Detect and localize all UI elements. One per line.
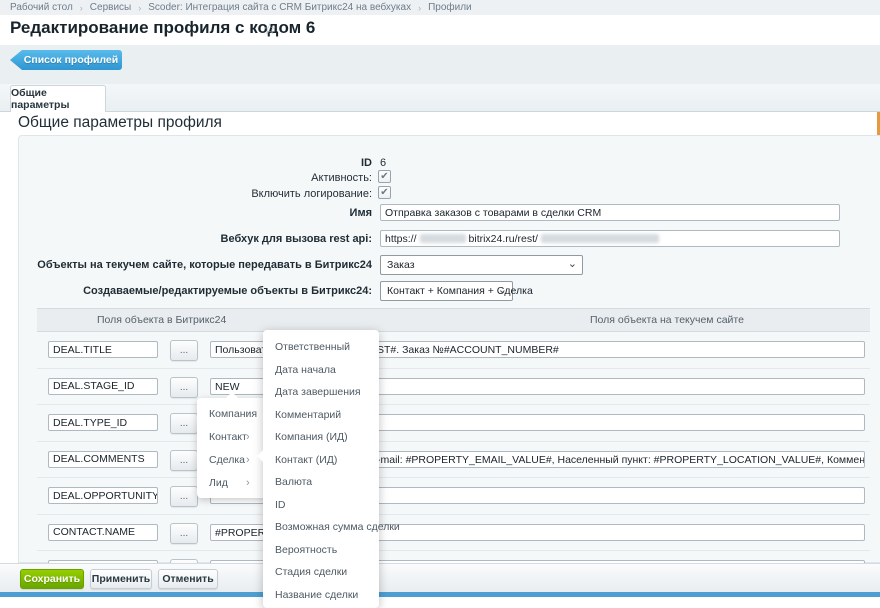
breadcrumb-separator-icon: ›	[80, 3, 83, 13]
bitrix-field-value: DEAL.STAGE_ID	[53, 380, 135, 392]
submenu-item-start-date[interactable]: Дата начала	[263, 359, 379, 382]
webhook-label: Вебхук для вызова rest api:	[12, 233, 372, 245]
table-row: DEAL.STAGE_ID ... NEW	[37, 369, 870, 406]
redacted-block	[420, 234, 466, 243]
cancel-button[interactable]: Отменить	[158, 569, 218, 589]
table-row: DEAL.COMMENTS ... -mail: #PROPERTY_EMAIL…	[37, 442, 870, 479]
submenu-item-end-date[interactable]: Дата завершения	[263, 381, 379, 404]
submenu-item-contact-id[interactable]: Контакт (ИД)	[263, 449, 379, 472]
field-picker-button[interactable]: ...	[170, 450, 198, 471]
id-value: 6	[380, 157, 386, 169]
name-input-value: Отправка заказов с товарами в сделки CRM	[385, 207, 601, 219]
webhook-prefix: https://	[385, 233, 417, 245]
bitrix-field-input[interactable]: DEAL.TYPE_ID	[48, 414, 158, 431]
field-picker-button[interactable]: ...	[170, 340, 198, 361]
active-checkbox[interactable]: ✔	[378, 170, 391, 183]
logging-label: Включить логирование:	[12, 188, 372, 200]
section-heading: Общие параметры профиля	[18, 114, 222, 132]
bitrix-field-input[interactable]: DEAL.COMMENTS	[48, 451, 158, 468]
table-row: DEAL.TYPE_ID ...	[37, 405, 870, 442]
field-picker-button[interactable]: ...	[170, 377, 198, 398]
webhook-domain: bitrix24.ru/rest/	[469, 233, 538, 245]
profiles-list-button[interactable]: Список профилей	[10, 50, 122, 70]
table-row: DEAL.TITLE ... Пользователь ST#. Заказ №…	[37, 332, 870, 369]
apply-button[interactable]: Применить	[90, 569, 152, 589]
save-button[interactable]: Сохранить	[20, 569, 84, 589]
submenu-arrow-icon: ›	[246, 472, 250, 495]
crm-objects-select[interactable]: Контакт + Компания + Сделка ⌄	[380, 281, 513, 301]
redacted-block	[541, 234, 659, 243]
name-input[interactable]: Отправка заказов с товарами в сделки CRM	[380, 204, 840, 221]
crm-objects-value: Контакт + Компания + Сделка	[387, 285, 533, 297]
breadcrumb-item-module[interactable]: Scoder: Интеграция сайта с CRM Битрикс24…	[148, 2, 411, 13]
bitrix-admin-page: { "icons": { "breadcrumb_sep": "›", "sta…	[0, 0, 880, 600]
field-picker-button[interactable]: ...	[170, 486, 198, 507]
submenu-arrow-icon: ›	[246, 426, 250, 449]
bitrix-field-value: DEAL.TITLE	[53, 344, 112, 356]
submenu-item-opportunity[interactable]: Возможная сумма сделки	[263, 516, 379, 539]
site-field-value: NEW	[215, 381, 240, 393]
menu-item-label: Контакт	[209, 431, 247, 443]
submenu-item-id[interactable]: ID	[263, 494, 379, 517]
bottom-accent-line	[0, 592, 880, 597]
id-label: ID	[12, 157, 372, 169]
field-mapping-table: Поля объекта в Битрикс24 Поля объекта на…	[37, 308, 870, 563]
submenu-item-comment[interactable]: Комментарий	[263, 404, 379, 427]
bitrix-field-input[interactable]: CONTACT.NAME	[48, 524, 158, 541]
chevron-down-icon: ⌄	[568, 257, 577, 270]
bitrix-field-input[interactable]: DEAL.STAGE_ID	[48, 378, 158, 395]
submenu-item-responsible[interactable]: Ответственный	[263, 336, 379, 359]
site-field-value: -mail: #PROPERTY_EMAIL_VALUE#, Населенны…	[377, 454, 865, 466]
footer-bar: Сохранить Применить Отменить	[0, 563, 880, 592]
submenu-item-deal-name[interactable]: Название сделки	[263, 584, 379, 607]
menu-item-label: Лид	[209, 477, 228, 489]
bitrix-field-value: DEAL.COMMENTS	[53, 453, 145, 465]
bitrix-field-value: DEAL.TYPE_ID	[53, 417, 127, 429]
table-header: Поля объекта в Битрикс24 Поля объекта на…	[37, 308, 870, 332]
site-objects-label: Объекты на текучем сайте, которые переда…	[12, 259, 372, 271]
submenu-item-probability[interactable]: Вероятность	[263, 539, 379, 562]
name-label: Имя	[12, 207, 372, 219]
submenu-arrow-icon: ›	[246, 449, 250, 472]
breadcrumb: Рабочий стол › Сервисы › Scoder: Интегра…	[0, 0, 880, 15]
deal-fields-submenu: Ответственный Дата начала Дата завершени…	[263, 330, 379, 608]
breadcrumb-separator-icon: ›	[418, 3, 421, 13]
table-row: DEAL.OPPORTUNITY ...	[37, 478, 870, 515]
tab-general-parameters[interactable]: Общие параметры	[10, 85, 106, 112]
breadcrumb-item-services[interactable]: Сервисы	[90, 2, 131, 13]
table-header-site-fields: Поля объекта на текучем сайте	[590, 314, 744, 326]
logging-checkbox[interactable]: ✔	[378, 186, 391, 199]
submenu-item-stage[interactable]: Стадия сделки	[263, 561, 379, 584]
field-picker-button[interactable]: ...	[170, 523, 198, 544]
table-row: CONTACT.NAME ... #PROPERTY_	[37, 515, 870, 552]
site-field-value: ST#. Заказ №#ACCOUNT_NUMBER#	[377, 344, 559, 356]
bitrix-field-input[interactable]: DEAL.TITLE	[48, 341, 158, 358]
submenu-item-company-id[interactable]: Компания (ИД)	[263, 426, 379, 449]
breadcrumb-item-profiles[interactable]: Профили	[428, 2, 472, 13]
bitrix-field-value: CONTACT.NAME	[53, 526, 135, 538]
toolbar-band	[0, 45, 880, 84]
submenu-arrow-icon: ›	[246, 403, 250, 426]
site-objects-select[interactable]: Заказ ⌄	[380, 255, 583, 275]
favorite-star-icon[interactable]: ☆	[263, 20, 276, 38]
active-label: Активность:	[12, 172, 372, 184]
breadcrumb-item-desktop[interactable]: Рабочий стол	[10, 2, 73, 13]
chevron-down-icon: ⌄	[498, 283, 507, 296]
bitrix-field-input[interactable]: DEAL.OPPORTUNITY	[48, 487, 158, 504]
table-header-bitrix-fields: Поля объекта в Битрикс24	[97, 314, 226, 326]
breadcrumb-separator-icon: ›	[138, 3, 141, 13]
submenu-item-currency[interactable]: Валюта	[263, 471, 379, 494]
bitrix-field-value: DEAL.OPPORTUNITY	[53, 490, 158, 502]
field-picker-button[interactable]: ...	[170, 413, 198, 434]
site-objects-value: Заказ	[387, 259, 415, 271]
webhook-input[interactable]: https:// bitrix24.ru/rest/	[380, 230, 840, 247]
tab-bar	[0, 84, 880, 112]
crm-objects-label: Создаваемые/редактируемые объекты в Битр…	[12, 285, 372, 297]
menu-item-label: Сделка	[209, 454, 245, 466]
